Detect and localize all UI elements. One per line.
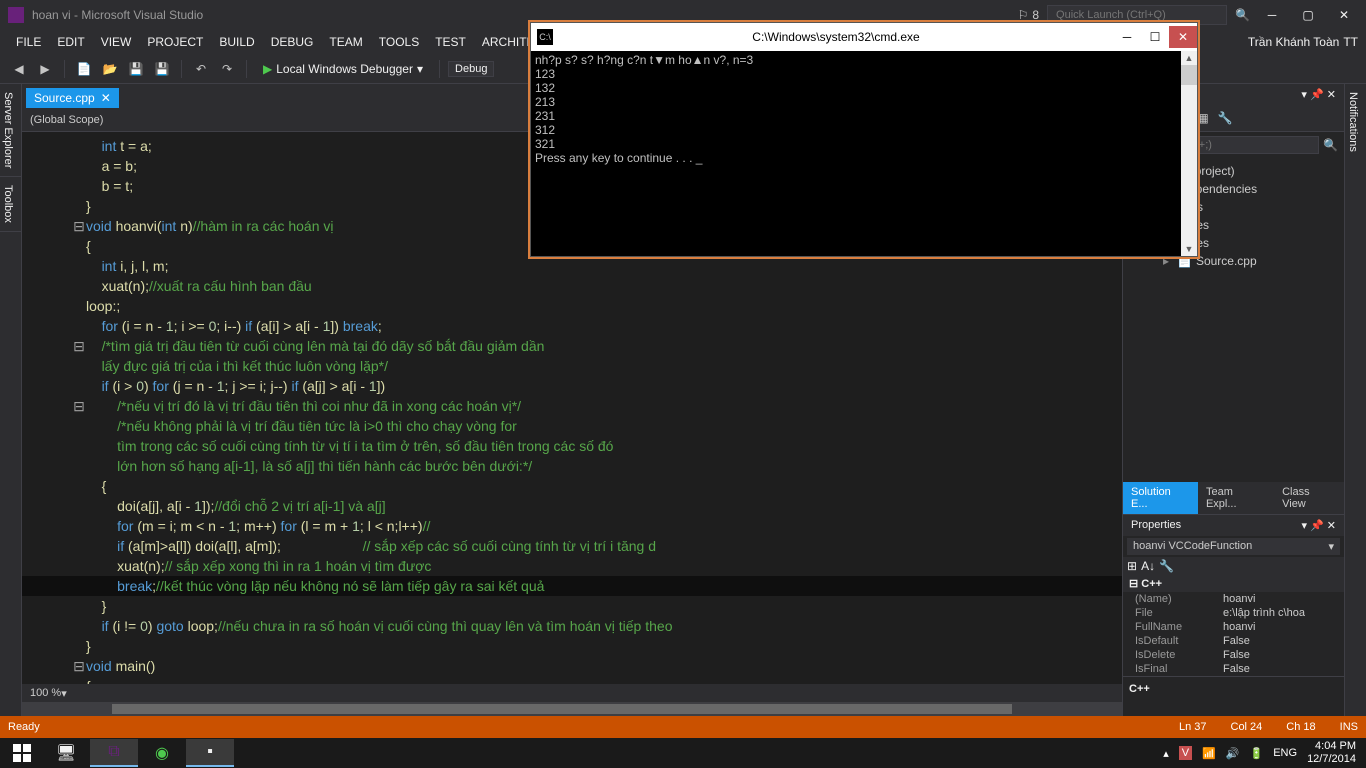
tray-shield-icon[interactable]: V xyxy=(1179,746,1192,760)
close-panel-icon[interactable]: ✕ xyxy=(1327,89,1336,101)
menu-project[interactable]: PROJECT xyxy=(139,33,211,51)
nav-back-icon[interactable]: ◀ xyxy=(8,58,30,80)
taskbar-app-1[interactable]: 🖥 xyxy=(42,739,90,767)
pin-icon[interactable]: 📌 xyxy=(1310,89,1324,101)
tray-chevron-icon[interactable]: ▴ xyxy=(1163,747,1169,760)
alphabetical-icon[interactable]: A↓ xyxy=(1141,559,1155,573)
close-icon[interactable]: ✕ xyxy=(1327,520,1336,532)
tab-team-explorer[interactable]: Team Expl... xyxy=(1198,482,1274,514)
search-icon[interactable]: 🔍 xyxy=(1235,8,1250,22)
restore-button[interactable]: ▢ xyxy=(1294,5,1322,25)
menu-build[interactable]: BUILD xyxy=(211,33,262,51)
property-row[interactable]: (Name)hoanvi xyxy=(1123,592,1344,606)
user-avatar[interactable]: TT xyxy=(1343,35,1358,49)
save-icon[interactable]: 💾 xyxy=(125,58,147,80)
taskbar-visual-studio[interactable]: ⧉ xyxy=(90,739,138,767)
windows-taskbar: 🖥 ⧉ ◉ ▪ ▴ V 📶 🔊 🔋 ENG 4:04 PM 12/7/2014 xyxy=(0,738,1366,768)
system-tray: ▴ V 📶 🔊 🔋 ENG 4:04 PM 12/7/2014 xyxy=(1163,740,1364,766)
status-line: Ln 37 xyxy=(1179,721,1207,733)
file-tab-source[interactable]: Source.cpp ✕ xyxy=(26,88,119,108)
undo-icon[interactable]: ↶ xyxy=(190,58,212,80)
close-button[interactable]: ✕ xyxy=(1330,5,1358,25)
menu-debug[interactable]: DEBUG xyxy=(263,33,322,51)
menu-file[interactable]: FILE xyxy=(8,33,49,51)
close-tab-icon[interactable]: ✕ xyxy=(101,91,111,105)
menu-test[interactable]: TEST xyxy=(427,33,474,51)
tab-class-view[interactable]: Class View xyxy=(1274,482,1344,514)
new-file-icon[interactable]: 📄 xyxy=(73,58,95,80)
menu-team[interactable]: TEAM xyxy=(321,33,370,51)
property-description: C++ xyxy=(1123,676,1344,716)
window-title: hoan vi - Microsoft Visual Studio xyxy=(32,8,1018,22)
cmd-close-button[interactable]: ✕ xyxy=(1169,26,1197,48)
property-category: ⊟ C++ xyxy=(1123,575,1344,592)
minimize-button[interactable]: ─ xyxy=(1258,5,1286,25)
status-col: Col 24 xyxy=(1231,721,1263,733)
cmd-window[interactable]: C:\ C:\Windows\system32\cmd.exe ─ ☐ ✕ nh… xyxy=(530,22,1198,257)
status-ch: Ch 18 xyxy=(1286,721,1315,733)
menu-view[interactable]: VIEW xyxy=(93,33,140,51)
windows-logo-icon xyxy=(13,744,31,762)
zoom-level[interactable]: 100 % xyxy=(30,687,61,699)
tray-volume-icon[interactable]: 🔊 xyxy=(1226,747,1240,760)
vs-logo-icon xyxy=(8,7,24,23)
nav-forward-icon[interactable]: ▶ xyxy=(34,58,56,80)
menu-edit[interactable]: EDIT xyxy=(49,33,92,51)
cmd-scroll-thumb[interactable] xyxy=(1181,65,1197,85)
property-row[interactable]: IsFinalFalse xyxy=(1123,662,1344,676)
toolbox-tab[interactable]: Toolbox xyxy=(0,177,21,232)
categorized-icon[interactable]: ⊞ xyxy=(1127,559,1137,573)
properties-panel: Properties ▾ 📌 ✕ hoanvi VCCodeFunction▾ … xyxy=(1123,514,1344,716)
property-row[interactable]: FullNamehoanvi xyxy=(1123,620,1344,634)
tray-language[interactable]: ENG xyxy=(1273,747,1297,759)
taskbar-app-3[interactable]: ◉ xyxy=(138,739,186,767)
status-bar: Ready Ln 37 Col 24 Ch 18 INS xyxy=(0,716,1366,738)
scroll-thumb[interactable] xyxy=(112,704,1012,714)
cmd-title-text: C:\Windows\system32\cmd.exe xyxy=(559,30,1113,44)
taskbar-clock[interactable]: 4:04 PM 12/7/2014 xyxy=(1307,740,1356,766)
cmd-maximize-button[interactable]: ☐ xyxy=(1141,26,1169,48)
notification-indicator[interactable]: ⚐ 8 xyxy=(1018,8,1039,22)
status-ins: INS xyxy=(1340,721,1358,733)
redo-icon[interactable]: ↷ xyxy=(216,58,238,80)
config-combo[interactable]: Debug xyxy=(448,61,494,77)
cmd-minimize-button[interactable]: ─ xyxy=(1113,26,1141,48)
right-tool-rail: Notifications xyxy=(1344,84,1366,716)
menu-tools[interactable]: TOOLS xyxy=(371,33,427,51)
properties-object-combo[interactable]: hoanvi VCCodeFunction▾ xyxy=(1127,538,1340,555)
cmd-output[interactable]: nh?p s? s? h?ng c?n t▼m ho▲n v?, n=3 123… xyxy=(531,51,1197,256)
properties-title: Properties xyxy=(1131,519,1181,532)
wrench-icon[interactable]: 🔧 xyxy=(1159,559,1174,573)
start-button[interactable] xyxy=(2,739,42,767)
tab-solution-explorer[interactable]: Solution E... xyxy=(1123,482,1198,514)
cmd-scrollbar[interactable]: ▲ ▼ xyxy=(1181,51,1197,256)
save-all-icon[interactable]: 💾 xyxy=(151,58,173,80)
start-debug-button[interactable]: ▶Local Windows Debugger ▾ xyxy=(255,60,431,78)
user-name[interactable]: Trần Khánh Toàn xyxy=(1248,35,1339,49)
horizontal-scrollbar[interactable] xyxy=(22,702,1122,716)
scope-dropdown[interactable]: (Global Scope) xyxy=(30,114,103,126)
property-row[interactable]: IsDeleteFalse xyxy=(1123,648,1344,662)
left-tool-rail: Server Explorer Toolbox xyxy=(0,84,22,716)
notifications-tab[interactable]: Notifications xyxy=(1345,84,1361,160)
solution-tab-strip: Solution E... Team Expl... Class View xyxy=(1123,482,1344,514)
cmd-icon: C:\ xyxy=(537,29,553,45)
search-icon[interactable]: 🔍 xyxy=(1323,138,1344,152)
scroll-up-icon[interactable]: ▲ xyxy=(1181,51,1197,65)
tray-battery-icon[interactable]: 🔋 xyxy=(1250,747,1264,760)
cmd-title-bar[interactable]: C:\ C:\Windows\system32\cmd.exe ─ ☐ ✕ xyxy=(531,23,1197,51)
pin-icon[interactable]: ▾ 📌 xyxy=(1301,520,1323,532)
dropdown-icon[interactable]: ▾ xyxy=(1301,89,1307,101)
play-icon: ▶ xyxy=(263,62,272,76)
properties-icon[interactable]: 🔧 xyxy=(1215,109,1235,127)
property-row[interactable]: Filee:\lập trình c\hoa xyxy=(1123,606,1344,620)
server-explorer-tab[interactable]: Server Explorer xyxy=(0,84,21,177)
status-ready: Ready xyxy=(8,721,1155,733)
scroll-down-icon[interactable]: ▼ xyxy=(1181,242,1197,256)
taskbar-cmd[interactable]: ▪ xyxy=(186,739,234,767)
properties-grid[interactable]: ⊟ C++ (Name)hoanviFilee:\lập trình c\hoa… xyxy=(1123,575,1344,676)
tray-network-icon[interactable]: 📶 xyxy=(1202,747,1216,760)
property-row[interactable]: IsDefaultFalse xyxy=(1123,634,1344,648)
open-icon[interactable]: 📂 xyxy=(99,58,121,80)
